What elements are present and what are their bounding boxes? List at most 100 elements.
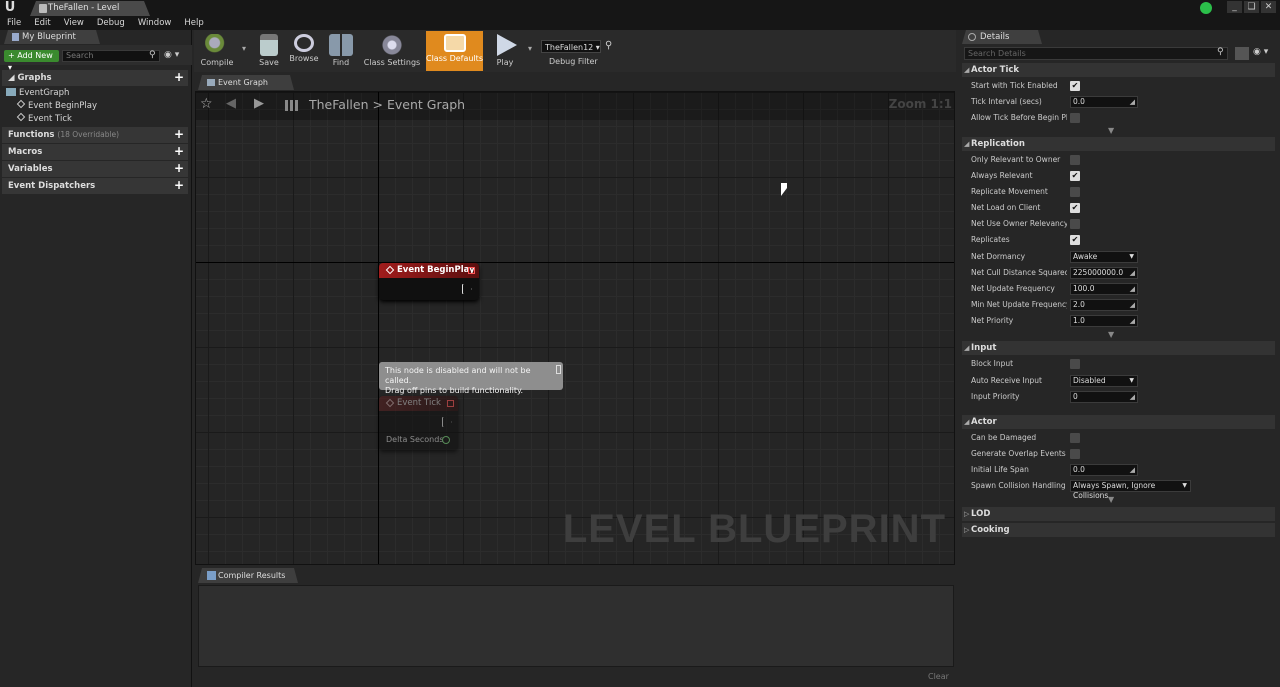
tab-compiler-results[interactable]: Compiler Results [198,568,298,583]
advanced-expand-chevron-icon[interactable]: ▼ [1108,126,1114,135]
input-category[interactable]: ◢ Input [962,341,1275,355]
delegate-pin-icon[interactable] [468,267,475,274]
document-tab[interactable]: TheFallen - Level Blueprint [30,1,150,16]
input-priority-input[interactable]: 0 ◢ [1070,391,1138,403]
add-new-button[interactable]: + Add New ▾ [4,50,59,72]
only-relevant-checkbox[interactable]: ✔ [1070,155,1080,165]
details-tab[interactable]: Details [962,30,1042,44]
exec-out-pin-icon[interactable] [462,284,472,294]
net-load-checkbox[interactable]: ✔ [1070,203,1080,213]
advanced-expand-chevron-icon[interactable]: ▼ [1108,495,1114,504]
add-variable-plus-icon[interactable]: + [174,161,184,176]
menu-bar: File Edit View Debug Window Help [0,16,1280,30]
net-dormancy-select[interactable]: Awake ▼ [1070,251,1138,263]
back-arrow-icon[interactable]: ◀ [226,96,236,111]
view-options-eye-icon[interactable]: ◉ ▾ [164,50,186,61]
cooking-category[interactable]: ▷ Cooking [962,523,1275,537]
find-button[interactable]: Find [324,31,358,71]
event-beginplay-node[interactable]: Event BeginPlay [379,263,479,300]
spin-handle-icon[interactable]: ◢ [1130,300,1135,310]
net-priority-input[interactable]: 1.0 ◢ [1070,315,1138,327]
always-relevant-checkbox[interactable]: ✔ [1070,171,1080,181]
macros-category[interactable]: Macros + [2,144,188,160]
class-defaults-label: Class Defaults [426,54,483,63]
clear-button[interactable]: Clear [928,672,949,681]
spin-handle-icon[interactable]: ◢ [1130,97,1135,107]
spawn-collision-select[interactable]: Always Spawn, Ignore Collisions ▼ [1070,480,1191,500]
spin-handle-icon[interactable]: ◢ [1130,268,1135,278]
add-graph-plus-icon[interactable]: + [174,70,184,85]
event-tick-node[interactable]: Event Tick Delta Seconds [379,396,458,450]
blueprint-search-input[interactable]: Search [62,50,160,62]
class-defaults-button[interactable]: Class Defaults [426,31,483,71]
menu-window[interactable]: Window [131,16,178,30]
source-control-icon[interactable] [1200,2,1212,14]
start-with-tick-checkbox[interactable]: ✔ [1070,81,1080,91]
can-be-damaged-checkbox[interactable]: ✔ [1070,433,1080,443]
advanced-expand-chevron-icon[interactable]: ▼ [1108,330,1114,339]
functions-category[interactable]: Functions (18 Overridable) + [2,127,188,143]
gen-overlap-checkbox[interactable]: ✔ [1070,449,1080,459]
compile-button[interactable]: Compile [196,31,238,71]
event-dispatchers-category[interactable]: Event Dispatchers + [2,178,188,194]
spin-handle-icon[interactable]: ◢ [1130,316,1135,326]
details-search-input[interactable]: Search Details [964,47,1228,60]
graphs-category[interactable]: ◢ Graphs + [2,70,188,86]
class-settings-button[interactable]: Class Settings [362,31,422,71]
menu-help[interactable]: Help [177,16,209,30]
tree-item-eventgraph[interactable]: EventGraph [6,87,69,100]
delegate-pin-icon[interactable] [447,400,454,407]
add-function-plus-icon[interactable]: + [174,127,184,142]
actor-tick-category[interactable]: ◢ Actor Tick [962,63,1275,77]
browse-button[interactable]: Browse [287,31,321,71]
replication-category[interactable]: ◢ Replication [962,137,1275,151]
spin-handle-icon[interactable]: ◢ [1130,392,1135,402]
save-button[interactable]: Save [254,31,284,71]
menu-view[interactable]: View [57,16,90,30]
tree-item-event-beginplay[interactable]: Event BeginPlay [16,99,97,113]
initial-life-input[interactable]: 0.0 ◢ [1070,464,1138,476]
forward-arrow-icon[interactable]: ▶ [254,96,264,111]
menu-edit[interactable]: Edit [27,16,56,30]
add-dispatcher-plus-icon[interactable]: + [174,178,184,193]
allow-tick-checkbox[interactable]: ✔ [1070,113,1080,123]
property-matrix-icon[interactable] [1235,47,1249,60]
exec-out-pin-icon[interactable] [442,417,452,427]
menu-debug[interactable]: Debug [90,16,131,30]
add-macro-plus-icon[interactable]: + [174,144,184,159]
float-out-pin-icon[interactable] [442,436,450,444]
net-update-input[interactable]: 100.0 ◢ [1070,283,1138,295]
maximize-button[interactable]: ❑ [1244,1,1259,13]
actor-category[interactable]: ◢ Actor [962,415,1275,429]
auto-receive-select[interactable]: Disabled ▼ [1070,375,1138,387]
tab-event-graph[interactable]: Event Graph [198,75,294,90]
play-button[interactable]: Play [488,31,522,71]
minimize-button[interactable]: _ [1227,1,1242,13]
debug-search-icon[interactable]: ⚲ [605,40,612,51]
net-use-owner-checkbox[interactable]: ✔ [1070,219,1080,229]
search-icon[interactable]: ⚲ [1217,47,1224,57]
search-icon[interactable]: ⚲ [149,50,159,61]
tooltip-close-icon[interactable] [556,365,561,374]
menu-file[interactable]: File [0,16,27,30]
my-blueprint-tab[interactable]: My Blueprint [4,30,100,44]
min-net-update-input[interactable]: 2.0 ◢ [1070,299,1138,311]
replicates-checkbox[interactable]: ✔ [1070,235,1080,245]
variables-category[interactable]: Variables + [2,161,188,177]
replicate-movement-checkbox[interactable]: ✔ [1070,187,1080,197]
event-graph-canvas[interactable]: ☆ ◀ ▶ TheFallen > Event Graph Zoom 1:1 E… [195,91,955,565]
debug-object-select[interactable]: TheFallen12 ▾ [541,40,601,53]
net-cull-input[interactable]: 225000000.0 ◢ [1070,267,1138,279]
view-options-eye-icon[interactable]: ◉ ▾ [1253,47,1268,57]
spin-handle-icon[interactable]: ◢ [1130,465,1135,475]
tree-item-event-tick[interactable]: Event Tick [16,112,72,126]
lod-category[interactable]: ▷ LOD [962,507,1275,521]
spin-handle-icon[interactable]: ◢ [1130,284,1135,294]
tick-interval-input[interactable]: 0.0 ◢ [1070,96,1138,108]
favorite-star-icon[interactable]: ☆ [200,96,213,112]
breadcrumb-root[interactable]: TheFallen [309,97,369,112]
breadcrumb-current[interactable]: Event Graph [387,97,465,112]
compile-gears-icon [205,34,229,56]
block-input-checkbox[interactable]: ✔ [1070,359,1080,369]
close-button[interactable]: ✕ [1261,1,1276,13]
